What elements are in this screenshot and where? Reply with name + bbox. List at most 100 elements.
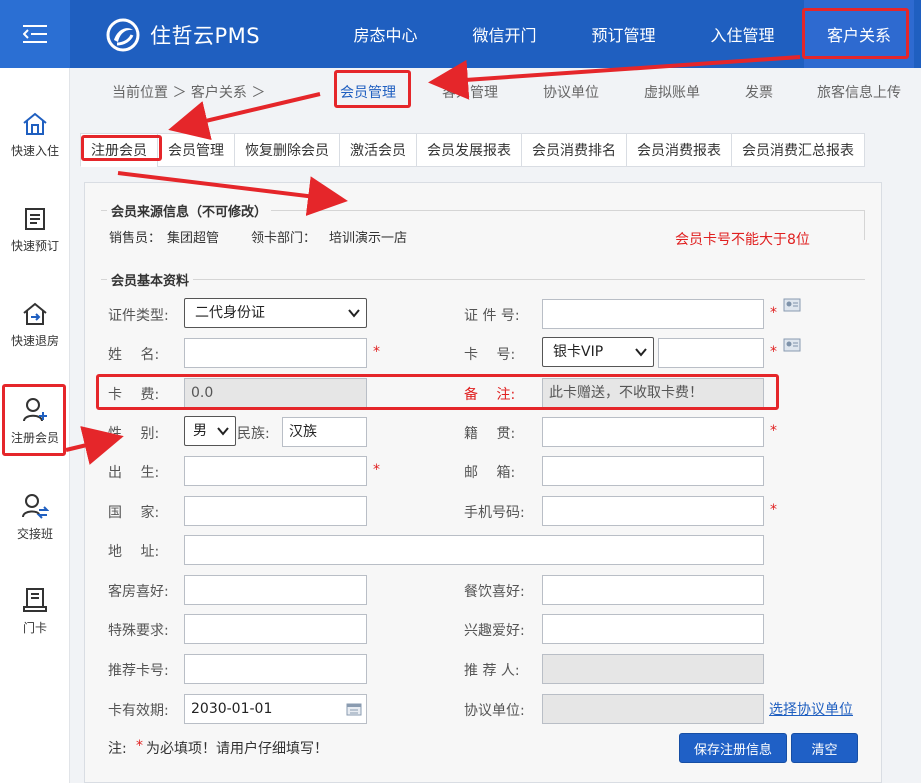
card-number-label: 卡 号:	[464, 347, 516, 363]
hobby-label: 兴趣爱好:	[464, 623, 525, 639]
sidebar-item-register-member[interactable]: 注册会员	[0, 386, 70, 456]
address-input[interactable]	[184, 535, 764, 565]
calendar-icon[interactable]	[346, 702, 362, 716]
tab-growth-report[interactable]: 会员发展报表	[416, 133, 522, 167]
nav-checkin[interactable]: 入住管理	[683, 0, 802, 68]
food-pref-input[interactable]	[542, 575, 764, 605]
country-label: 国 家:	[108, 505, 160, 521]
save-registration-button[interactable]: 保存注册信息	[679, 733, 787, 763]
special-request-input[interactable]	[184, 614, 367, 644]
nav-room-status[interactable]: 房态中心	[326, 0, 445, 68]
logo-text: 住哲云PMS	[150, 24, 261, 48]
referrer-label: 推 荐 人:	[464, 663, 520, 679]
sidebar-item-shift-handover[interactable]: 交接班	[0, 482, 70, 552]
gender-select[interactable]: 男	[184, 416, 236, 446]
tab-restore-deleted[interactable]: 恢复删除会员	[234, 133, 340, 167]
ref-card-label: 推荐卡号:	[108, 663, 169, 679]
required-mark: *	[373, 462, 380, 478]
native-place-input[interactable]	[542, 417, 764, 447]
id-card-reader-icon[interactable]	[783, 298, 801, 312]
sidebar-item-quick-checkin[interactable]: 快速入住	[0, 100, 70, 170]
expiry-value: 2030-01-01	[191, 701, 273, 717]
subtab-invoice[interactable]: 发票	[745, 82, 773, 102]
card-reader-icon[interactable]	[783, 338, 801, 352]
tab-register-member[interactable]: 注册会员	[80, 133, 158, 167]
remark-input[interactable]: 此卡赠送，不收取卡费！	[542, 378, 764, 408]
sidebar-item-label: 快速入住	[10, 143, 59, 158]
mobile-label: 手机号码:	[464, 505, 525, 521]
required-mark: *	[770, 305, 777, 321]
card-number-input[interactable]	[658, 338, 764, 368]
subtab-guest-info-upload[interactable]: 旅客信息上传	[817, 82, 901, 102]
subtab-guest-management[interactable]: 客人管理	[442, 82, 498, 102]
agreement-unit-label: 协议单位:	[464, 703, 525, 719]
address-label: 地 址:	[108, 544, 160, 560]
add-user-icon	[23, 397, 47, 421]
ethnic-input[interactable]: 汉族	[282, 417, 367, 447]
expiry-input[interactable]: 2030-01-01	[184, 694, 367, 724]
card-type-select[interactable]: 银卡VIP	[542, 337, 654, 367]
sidebar-item-label: 快速预订	[10, 238, 59, 253]
clear-button[interactable]: 清空	[791, 733, 858, 763]
tab-spending-ranking[interactable]: 会员消费排名	[521, 133, 627, 167]
home-icon	[23, 112, 47, 135]
nav-reservation[interactable]: 预订管理	[564, 0, 683, 68]
document-icon	[25, 207, 45, 230]
id-type-select[interactable]: 二代身份证	[184, 298, 367, 328]
sidebar-item-quick-checkout[interactable]: 快速退房	[0, 290, 70, 360]
member-tabs: 注册会员 会员管理 恢复删除会员 激活会员 会员发展报表 会员消费排名 会员消费…	[80, 133, 865, 167]
required-mark: *	[770, 344, 777, 360]
native-place-label: 籍 贯:	[464, 426, 516, 442]
subtab-agreement-units[interactable]: 协议单位	[543, 82, 599, 102]
note-required-star: *	[136, 738, 143, 754]
id-number-label: 证 件 号:	[464, 308, 520, 324]
dept-value: 培训演示一店	[329, 231, 408, 246]
top-header: 住哲云PMS 房态中心 微信开门 预订管理 入住管理 客户关系	[0, 0, 921, 68]
chevron-down-icon	[217, 427, 229, 436]
special-request-label: 特殊要求:	[108, 623, 169, 639]
breadcrumb-bar: 当前位置 ＞ 客户关系 ＞ 会员管理 客人管理 协议单位 虚拟账单 发票 旅客信…	[70, 68, 921, 130]
tab-member-management[interactable]: 会员管理	[157, 133, 235, 167]
ref-card-input[interactable]	[184, 654, 367, 684]
note-prefix: 注:	[108, 741, 127, 757]
tab-spending-summary[interactable]: 会员消费汇总报表	[731, 133, 865, 167]
subtab-virtual-bills[interactable]: 虚拟账单	[644, 82, 700, 102]
id-type-label: 证件类型:	[108, 308, 169, 324]
email-input[interactable]	[542, 456, 764, 486]
agreement-unit-input[interactable]	[542, 694, 764, 724]
sidebar-item-label: 注册会员	[10, 430, 59, 445]
hobby-input[interactable]	[542, 614, 764, 644]
shift-user-icon	[22, 493, 49, 519]
remark-label: 备 注:	[464, 387, 516, 403]
required-mark: *	[373, 344, 380, 360]
card-fee-input[interactable]: 0.0	[184, 378, 367, 408]
basic-info-legend: 会员基本资料	[107, 270, 194, 289]
tab-spending-report[interactable]: 会员消费报表	[626, 133, 732, 167]
card-type-value: 银卡VIP	[553, 344, 604, 360]
room-pref-label: 客房喜好:	[108, 584, 169, 600]
card-icon	[23, 587, 47, 612]
name-input[interactable]	[184, 338, 367, 368]
menu-toggle-button[interactable]	[0, 0, 70, 68]
room-pref-input[interactable]	[184, 575, 367, 605]
id-number-input[interactable]	[542, 299, 764, 329]
nav-wechat-door[interactable]: 微信开门	[445, 0, 564, 68]
country-input[interactable]	[184, 496, 367, 526]
mobile-input[interactable]	[542, 496, 764, 526]
main-nav: 房态中心 微信开门 预订管理 入住管理 客户关系	[326, 0, 914, 68]
checkout-icon	[23, 302, 47, 325]
chevron-down-icon	[635, 348, 647, 357]
birth-label: 出 生:	[108, 465, 160, 481]
subtab-member-management[interactable]: 会员管理	[340, 82, 396, 102]
card-fee-label: 卡 费:	[108, 387, 160, 403]
tab-activate-member[interactable]: 激活会员	[339, 133, 417, 167]
referrer-input[interactable]	[542, 654, 764, 684]
gender-value: 男	[193, 423, 207, 439]
sidebar-item-quick-booking[interactable]: 快速预订	[0, 195, 70, 265]
select-agreement-unit-link[interactable]: 选择协议单位	[769, 699, 853, 719]
birth-input[interactable]	[184, 456, 367, 486]
nav-customer-relations[interactable]: 客户关系	[804, 0, 914, 68]
menu-collapse-icon	[23, 25, 47, 43]
sidebar-item-door-card[interactable]: 门卡	[0, 576, 70, 646]
dept-label: 领卡部门：	[251, 231, 317, 246]
